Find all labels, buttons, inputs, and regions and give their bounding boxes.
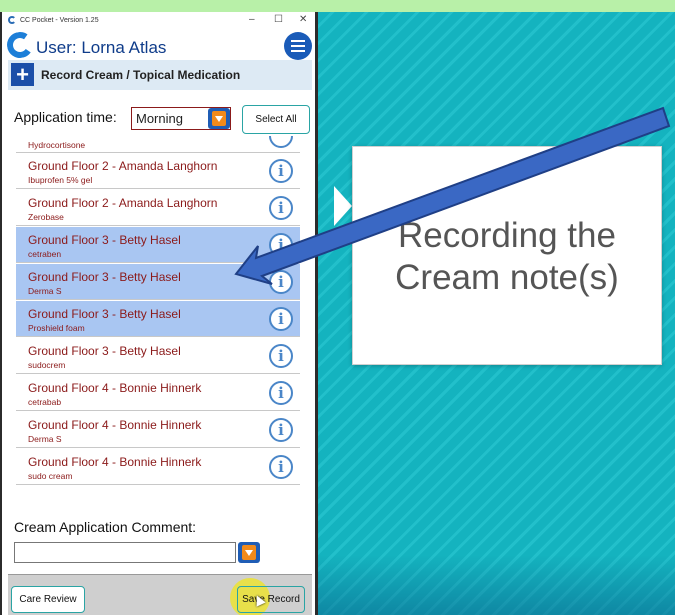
info-icon[interactable]: [269, 381, 293, 405]
medication-name: sudo cream: [28, 471, 73, 481]
hamburger-icon: [291, 40, 305, 42]
info-icon[interactable]: [269, 233, 293, 257]
resident-location: Ground Floor 2 - Amanda Langhorn: [28, 196, 218, 210]
list-item[interactable]: Ground Floor 3 - Betty Hasel sudocrem: [16, 338, 300, 374]
callout-text: Recording the Cream note(s): [395, 216, 619, 297]
medication-name: sudocrem: [28, 360, 66, 370]
resident-location: Ground Floor 3 - Betty Hasel: [28, 307, 181, 321]
medication-name: Hydrocortisone: [28, 140, 86, 150]
background-shade: [318, 555, 675, 615]
section-title: Record Cream / Topical Medication: [41, 68, 241, 82]
medication-name: Proshield foam: [28, 323, 85, 333]
medication-list[interactable]: Hydrocortisone Ground Floor 2 - Amanda L…: [16, 136, 300, 485]
close-button[interactable]: ✕: [299, 14, 307, 25]
list-item[interactable]: Ground Floor 2 - Amanda Langhorn Ibuprof…: [16, 153, 300, 189]
info-icon[interactable]: [269, 196, 293, 220]
info-icon[interactable]: [269, 307, 293, 331]
medication-name: Zerobase: [28, 212, 64, 222]
resident-location: Ground Floor 3 - Betty Hasel: [28, 233, 181, 247]
plus-icon: +: [11, 63, 34, 86]
callout-pointer: [334, 186, 352, 226]
info-icon[interactable]: [269, 270, 293, 294]
app-header: User: Lorna Atlas: [4, 29, 314, 64]
list-item[interactable]: Ground Floor 4 - Bonnie Hinnerk Derma S: [16, 412, 300, 448]
list-item-selected[interactable]: Ground Floor 3 - Betty Hasel Proshield f…: [16, 301, 300, 337]
select-all-button[interactable]: Select All: [242, 105, 310, 134]
resident-location: Ground Floor 3 - Betty Hasel: [28, 344, 181, 358]
window-title: CC Pocket - Version 1.25: [20, 17, 99, 24]
resident-location: Ground Floor 4 - Bonnie Hinnerk: [28, 455, 202, 469]
comment-dropdown-button[interactable]: [238, 542, 260, 563]
resident-location: Ground Floor 4 - Bonnie Hinnerk: [28, 418, 202, 432]
comment-input[interactable]: [14, 542, 236, 563]
resident-location: Ground Floor 2 - Amanda Langhorn: [28, 159, 218, 173]
callout-box: Recording the Cream note(s): [352, 146, 662, 365]
list-item-selected[interactable]: Ground Floor 3 - Betty Hasel cetraben: [16, 227, 300, 263]
minimize-button[interactable]: –: [249, 14, 255, 25]
medication-name: cetrabab: [28, 397, 62, 407]
info-icon[interactable]: [269, 344, 293, 368]
title-bar: CC Pocket - Version 1.25 – ☐ ✕: [6, 14, 314, 28]
care-review-button[interactable]: Care Review: [11, 586, 85, 613]
medication-name: cetraben: [28, 249, 62, 259]
list-item-selected[interactable]: Ground Floor 3 - Betty Hasel Derma S: [16, 264, 300, 300]
application-time-dropdown-button[interactable]: [208, 108, 230, 129]
list-item[interactable]: Ground Floor 4 - Bonnie Hinnerk sudo cre…: [16, 449, 300, 485]
app-logo-icon: [8, 16, 16, 24]
cc-logo-icon: [4, 29, 36, 61]
info-icon[interactable]: [269, 159, 293, 183]
medication-name: Ibuprofen 5% gel: [28, 175, 93, 185]
application-time-value: Morning: [136, 111, 183, 126]
list-item[interactable]: Ground Floor 4 - Bonnie Hinnerk cetrabab: [16, 375, 300, 411]
medication-name: Derma S: [28, 434, 62, 444]
resident-location: Ground Floor 4 - Bonnie Hinnerk: [28, 381, 202, 395]
resident-location: Ground Floor 3 - Betty Hasel: [28, 270, 181, 284]
menu-button[interactable]: [284, 32, 312, 60]
info-icon[interactable]: [269, 418, 293, 442]
application-time-label: Application time:: [14, 109, 117, 125]
info-icon[interactable]: [269, 136, 293, 148]
section-header: + Record Cream / Topical Medication: [8, 60, 312, 90]
comment-label: Cream Application Comment:: [14, 519, 197, 535]
list-item[interactable]: Ground Floor 2 - Amanda Langhorn Zerobas…: [16, 190, 300, 226]
user-label: User: Lorna Atlas: [36, 38, 167, 57]
info-icon[interactable]: [269, 455, 293, 479]
maximize-button[interactable]: ☐: [274, 14, 283, 25]
save-record-button[interactable]: Save Record: [237, 586, 305, 613]
list-item[interactable]: Hydrocortisone: [16, 136, 300, 153]
medication-name: Derma S: [28, 286, 62, 296]
